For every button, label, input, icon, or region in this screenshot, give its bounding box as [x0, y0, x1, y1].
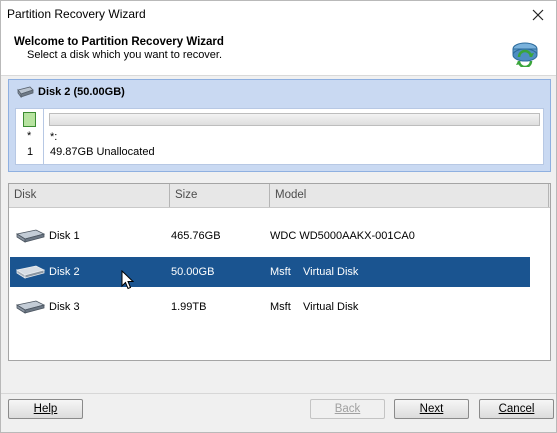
disk-model: Msft Virtual Disk — [270, 301, 359, 313]
column-header-filler — [537, 184, 550, 207]
table-row[interactable]: Disk 3 1.99TB Msft Virtual Disk — [10, 292, 530, 322]
disk-size: 465.76GB — [171, 230, 221, 242]
wizard-header: Welcome to Partition Recovery Wizard Sel… — [1, 29, 556, 76]
disk-recovery-icon — [512, 42, 538, 67]
column-header-model[interactable]: Model — [270, 184, 549, 207]
disk-name: Disk 2 — [49, 266, 80, 278]
disk-model: WDC WD5000AAKX-001CA0 — [270, 230, 415, 242]
disk-name: Disk 1 — [49, 230, 80, 242]
cancel-button[interactable]: Cancel — [479, 399, 554, 419]
disk-list[interactable]: Disk Size Model Disk 1 465.76GB WDC WD50… — [8, 183, 551, 361]
window-title: Partition Recovery Wizard — [7, 7, 146, 21]
column-header-disk[interactable]: Disk — [9, 184, 170, 207]
partition-size: 49.87GB Unallocated — [50, 146, 155, 158]
disk-map-title: Disk 2 (50.00GB) — [38, 86, 125, 98]
table-row[interactable]: Disk 2 50.00GB Msft Virtual Disk — [10, 257, 530, 287]
partition-usage-bar — [49, 113, 540, 126]
partition-label: *: — [50, 131, 58, 143]
disk-name: Disk 3 — [49, 301, 80, 313]
disk-model: Msft Virtual Disk — [270, 266, 359, 278]
hard-disk-icon — [17, 86, 34, 98]
disk-size: 1.99TB — [171, 301, 207, 313]
next-button[interactable]: Next — [394, 399, 469, 419]
cancel-button-label: Cancel — [498, 403, 535, 415]
disk-status-indicator — [23, 112, 36, 127]
disk-size: 50.00GB — [171, 266, 215, 278]
hard-disk-icon — [15, 229, 46, 243]
disk-summary-star: * — [27, 130, 32, 142]
next-button-label: Next — [419, 403, 444, 415]
disk-map-header: Disk 2 (50.00GB) — [9, 80, 550, 104]
mouse-pointer-icon — [121, 270, 135, 290]
disk-list-header: Disk Size Model — [9, 184, 550, 208]
disk-map-panel: Disk 2 (50.00GB) * 1 *: 49.87GB Unalloca… — [8, 79, 551, 172]
table-row[interactable]: Disk 1 465.76GB WDC WD5000AAKX-001CA0 — [10, 221, 530, 251]
back-button[interactable]: Back — [310, 399, 385, 419]
title-bar: Partition Recovery Wizard — [1, 1, 556, 29]
help-button[interactable]: Help — [8, 399, 83, 419]
footer-divider — [1, 393, 556, 394]
disk-summary-count: 1 — [27, 146, 34, 158]
hard-disk-icon — [15, 265, 46, 279]
wizard-window: Partition Recovery Wizard Welcome to Par… — [0, 0, 557, 433]
disk-summary-block[interactable]: * 1 — [15, 108, 45, 165]
header-title: Welcome to Partition Recovery Wizard — [14, 36, 224, 48]
help-button-label: Help — [33, 403, 58, 415]
header-subtitle: Select a disk which you want to recover. — [27, 49, 223, 61]
back-button-label: Back — [334, 403, 361, 415]
close-icon[interactable] — [526, 4, 550, 26]
partition-block[interactable]: *: 49.87GB Unallocated — [43, 108, 544, 165]
hard-disk-icon — [15, 300, 46, 314]
column-header-size[interactable]: Size — [170, 184, 270, 207]
